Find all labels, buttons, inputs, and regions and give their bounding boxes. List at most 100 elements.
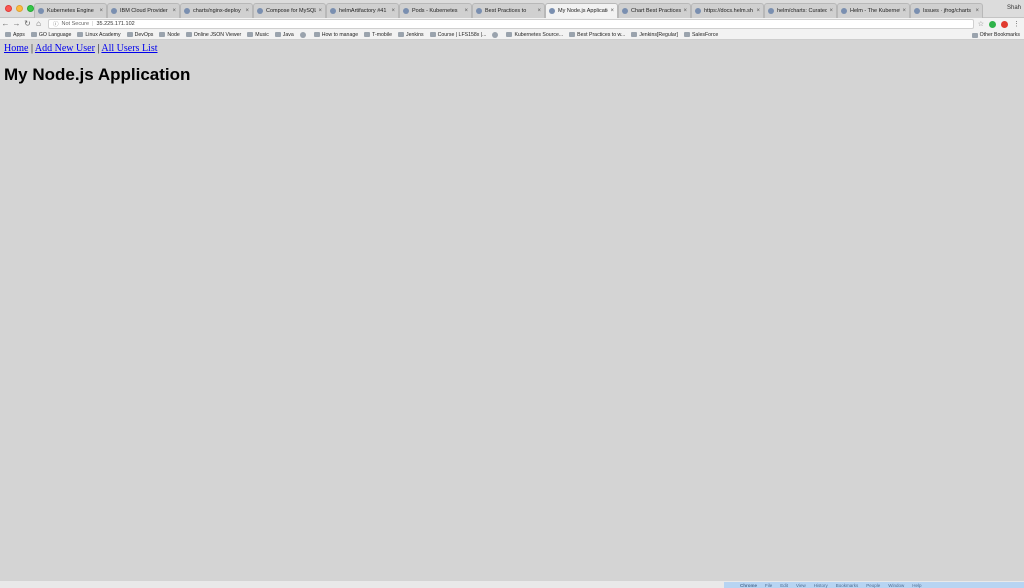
bookmark-item[interactable]: How to manage — [313, 31, 359, 38]
close-tab-icon[interactable]: × — [391, 8, 395, 14]
bookmark-item[interactable] — [492, 31, 500, 38]
opera-extension-icon[interactable] — [1001, 20, 1008, 28]
bookmark-label: Kubernetes Source... — [514, 31, 564, 38]
browser-tab[interactable]: charts/nginx-deploy × — [180, 3, 253, 18]
reload-button[interactable]: ↻ — [22, 18, 33, 30]
bookmark-item[interactable]: Jenkins — [398, 32, 424, 38]
forward-button[interactable]: → — [11, 18, 22, 30]
bookmark-label: DevOps — [134, 31, 154, 38]
tab-title: Best Practices to — [485, 8, 527, 14]
tab-title: IBM Cloud Provider — [120, 8, 168, 14]
toolbar-actions: ☆ ⋮ — [978, 18, 1020, 30]
close-window-button[interactable] — [5, 5, 12, 12]
browser-tab[interactable]: Compose for MySQL × — [253, 3, 326, 18]
bookmark-item[interactable] — [299, 31, 308, 38]
bookmark-icon — [429, 32, 436, 37]
browser-tab[interactable]: helm/charts: Curated × — [764, 3, 837, 18]
other-bookmarks[interactable]: Other Bookmarks — [971, 30, 1020, 39]
bookmark-label: Course | LFS158x |... — [437, 31, 487, 38]
close-tab-icon[interactable]: × — [245, 8, 249, 14]
tab-favicon-icon — [330, 8, 336, 14]
bookmark-icon — [159, 32, 166, 37]
bookmark-item[interactable]: DevOps — [126, 31, 154, 38]
close-tab-icon[interactable]: × — [683, 8, 687, 14]
bookmark-item[interactable]: Online JSON Viewer — [185, 32, 241, 38]
bookmark-item[interactable]: Music — [247, 32, 269, 38]
profile-button[interactable]: Shah — [1007, 5, 1021, 11]
tab-title: Issues · jfrog/charts — [923, 8, 971, 14]
page-title: My Node.js Application — [4, 65, 191, 84]
minimize-window-button[interactable] — [16, 5, 23, 12]
bookmark-item[interactable]: Best Practices to w... — [569, 32, 625, 38]
bookmark-label: SalesForce — [691, 31, 719, 38]
url-text: 35.225.171.102 — [96, 21, 135, 27]
back-button[interactable]: ← — [0, 18, 11, 30]
menu-icon[interactable]: ⋮ — [1013, 20, 1020, 28]
tab-favicon-icon — [695, 8, 701, 14]
bookmark-item[interactable]: Node — [159, 32, 180, 38]
bookmark-icon — [313, 32, 320, 37]
tab-favicon-icon — [476, 8, 482, 14]
tab-favicon-icon — [768, 8, 774, 14]
browser-tab[interactable]: Helm - The Kubernet × — [837, 3, 910, 18]
bookmark-item[interactable]: Jenkins[Regular] — [631, 32, 678, 38]
close-tab-icon[interactable]: × — [902, 8, 906, 14]
bookmark-item[interactable]: Linux Academy — [77, 32, 121, 38]
bookmark-label: How to manage — [321, 31, 359, 38]
browser-tab[interactable]: IBM Cloud Provider × — [107, 3, 180, 18]
menubar-item[interactable]: View — [796, 583, 806, 588]
browser-tab[interactable]: Kubernetes Engine × — [34, 3, 107, 18]
browser-tab[interactable]: Pods - Kubernetes × — [399, 3, 472, 18]
menubar-item[interactable]: History — [814, 583, 828, 588]
bookmark-item[interactable]: Course | LFS158x |... — [429, 31, 487, 38]
menubar-item[interactable]: People — [866, 583, 880, 588]
bookmark-icon — [185, 32, 192, 37]
tab-title: charts/nginx-deploy — [193, 8, 241, 14]
home-link[interactable]: Home — [4, 43, 28, 54]
menubar-item[interactable]: Edit — [780, 583, 788, 588]
browser-tab[interactable]: Best Practices to × — [472, 3, 545, 18]
close-tab-icon[interactable]: × — [172, 8, 176, 14]
bookmark-label: GO Language — [38, 31, 72, 38]
bookmark-label: Best Practices to w... — [577, 31, 626, 38]
close-tab-icon[interactable]: × — [464, 8, 468, 14]
address-separator: | — [92, 21, 94, 27]
bookmark-label: Java — [282, 31, 294, 38]
folder-icon — [971, 32, 978, 38]
tab-strip: Kubernetes Engine × IBM Cloud Provider × cha… — [0, 0, 1024, 18]
home-icon[interactable]: ⌂ — [33, 18, 44, 30]
browser-tab[interactable]: Chart Best Practices × — [618, 3, 691, 18]
bookmark-item[interactable]: SalesForce — [683, 31, 719, 38]
star-icon[interactable]: ☆ — [978, 20, 984, 28]
bookmark-icon — [5, 32, 11, 37]
tab-favicon-icon — [549, 8, 555, 14]
bookmark-item[interactable]: Kubernetes Source... — [506, 32, 563, 38]
browser-tab[interactable]: https://docs.helm.sh × — [691, 3, 764, 18]
menubar-item[interactable]: File — [765, 583, 772, 588]
add-new-user-link[interactable]: Add New User — [35, 43, 95, 54]
menubar-item[interactable]: Bookmarks — [836, 583, 859, 588]
address-bar[interactable]: ⓘ Not Secure | 35.225.171.102 — [48, 19, 974, 29]
close-tab-icon[interactable]: × — [756, 8, 760, 14]
close-tab-icon[interactable]: × — [975, 8, 979, 14]
browser-tab[interactable]: Issues · jfrog/charts × — [910, 3, 983, 18]
tab-favicon-icon — [841, 8, 847, 14]
bookmark-item[interactable]: Java — [274, 31, 294, 38]
bookmark-item[interactable]: GO Language — [30, 31, 72, 38]
browser-tab[interactable]: My Node.js Applicatio × — [545, 3, 618, 18]
close-tab-icon[interactable]: × — [537, 8, 541, 14]
bookmark-item[interactable]: Apps — [5, 32, 25, 38]
info-icon[interactable]: ⓘ — [53, 20, 59, 28]
close-tab-icon[interactable]: × — [318, 8, 322, 14]
menubar-item[interactable]: Chrome — [740, 583, 757, 588]
zoom-window-button[interactable] — [27, 5, 34, 12]
close-tab-icon[interactable]: × — [610, 8, 614, 14]
browser-tab[interactable]: helmArtifactory #41 × — [326, 3, 399, 18]
all-users-list-link[interactable]: All Users List — [101, 43, 157, 54]
menubar-item[interactable]: Help — [912, 583, 921, 588]
bookmark-item[interactable]: T-mobile — [364, 32, 392, 38]
menubar-item[interactable]: Window — [888, 583, 904, 588]
close-tab-icon[interactable]: × — [829, 8, 833, 14]
close-tab-icon[interactable]: × — [99, 8, 103, 14]
extension-icon[interactable] — [989, 20, 996, 28]
